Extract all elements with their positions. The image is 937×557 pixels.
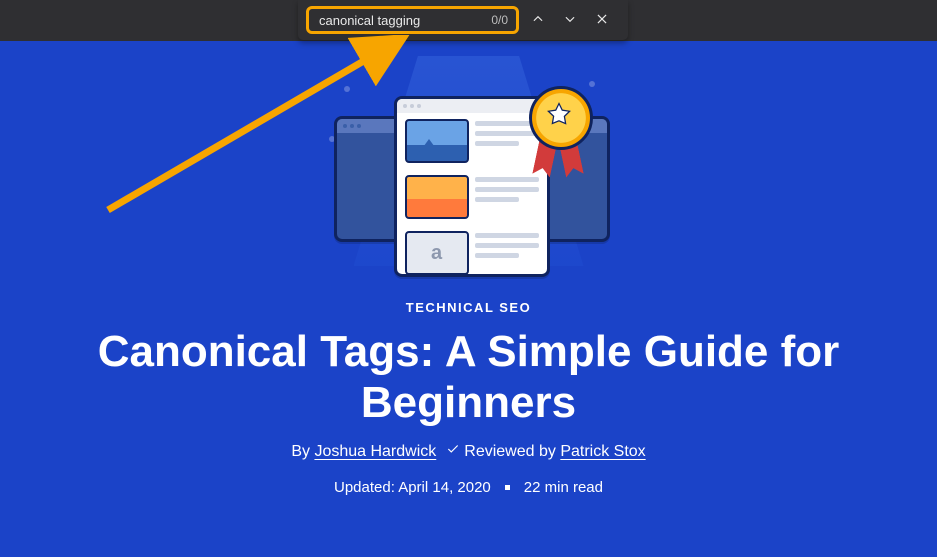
article-kicker: TECHNICAL SEO	[0, 300, 937, 315]
byline-reviewed-prefix: Reviewed by	[464, 443, 560, 460]
chevron-down-icon	[563, 12, 577, 29]
reviewed-indicator: Reviewed by Patrick Stox	[446, 442, 645, 461]
reviewer-link[interactable]: Patrick Stox	[560, 443, 645, 460]
article-byline: By Joshua Hardwick Reviewed by Patrick S…	[0, 442, 937, 461]
find-close-button[interactable]	[589, 7, 615, 33]
hero-illustration: a	[324, 56, 614, 276]
author-link[interactable]: Joshua Hardwick	[314, 443, 436, 460]
meta-separator-icon	[505, 485, 510, 490]
find-input-highlight: 0/0	[306, 6, 519, 34]
article-title: Canonical Tags: A Simple Guide for Begin…	[79, 327, 859, 428]
find-match-count: 0/0	[491, 13, 508, 27]
find-prev-button[interactable]	[525, 7, 551, 33]
read-time: 22 min read	[524, 479, 603, 496]
article-meta: Updated: April 14, 2020 22 min read	[0, 479, 937, 496]
byline-by-prefix: By	[291, 443, 314, 460]
close-icon	[595, 12, 609, 29]
award-badge-icon	[524, 86, 594, 176]
checkmark-icon	[446, 442, 460, 461]
article-header: TECHNICAL SEO Canonical Tags: A Simple G…	[0, 300, 937, 496]
updated-date: Updated: April 14, 2020	[334, 479, 491, 496]
chevron-up-icon	[531, 12, 545, 29]
find-input[interactable]	[317, 12, 461, 29]
find-in-page-bar: 0/0	[298, 0, 628, 40]
find-next-button[interactable]	[557, 7, 583, 33]
